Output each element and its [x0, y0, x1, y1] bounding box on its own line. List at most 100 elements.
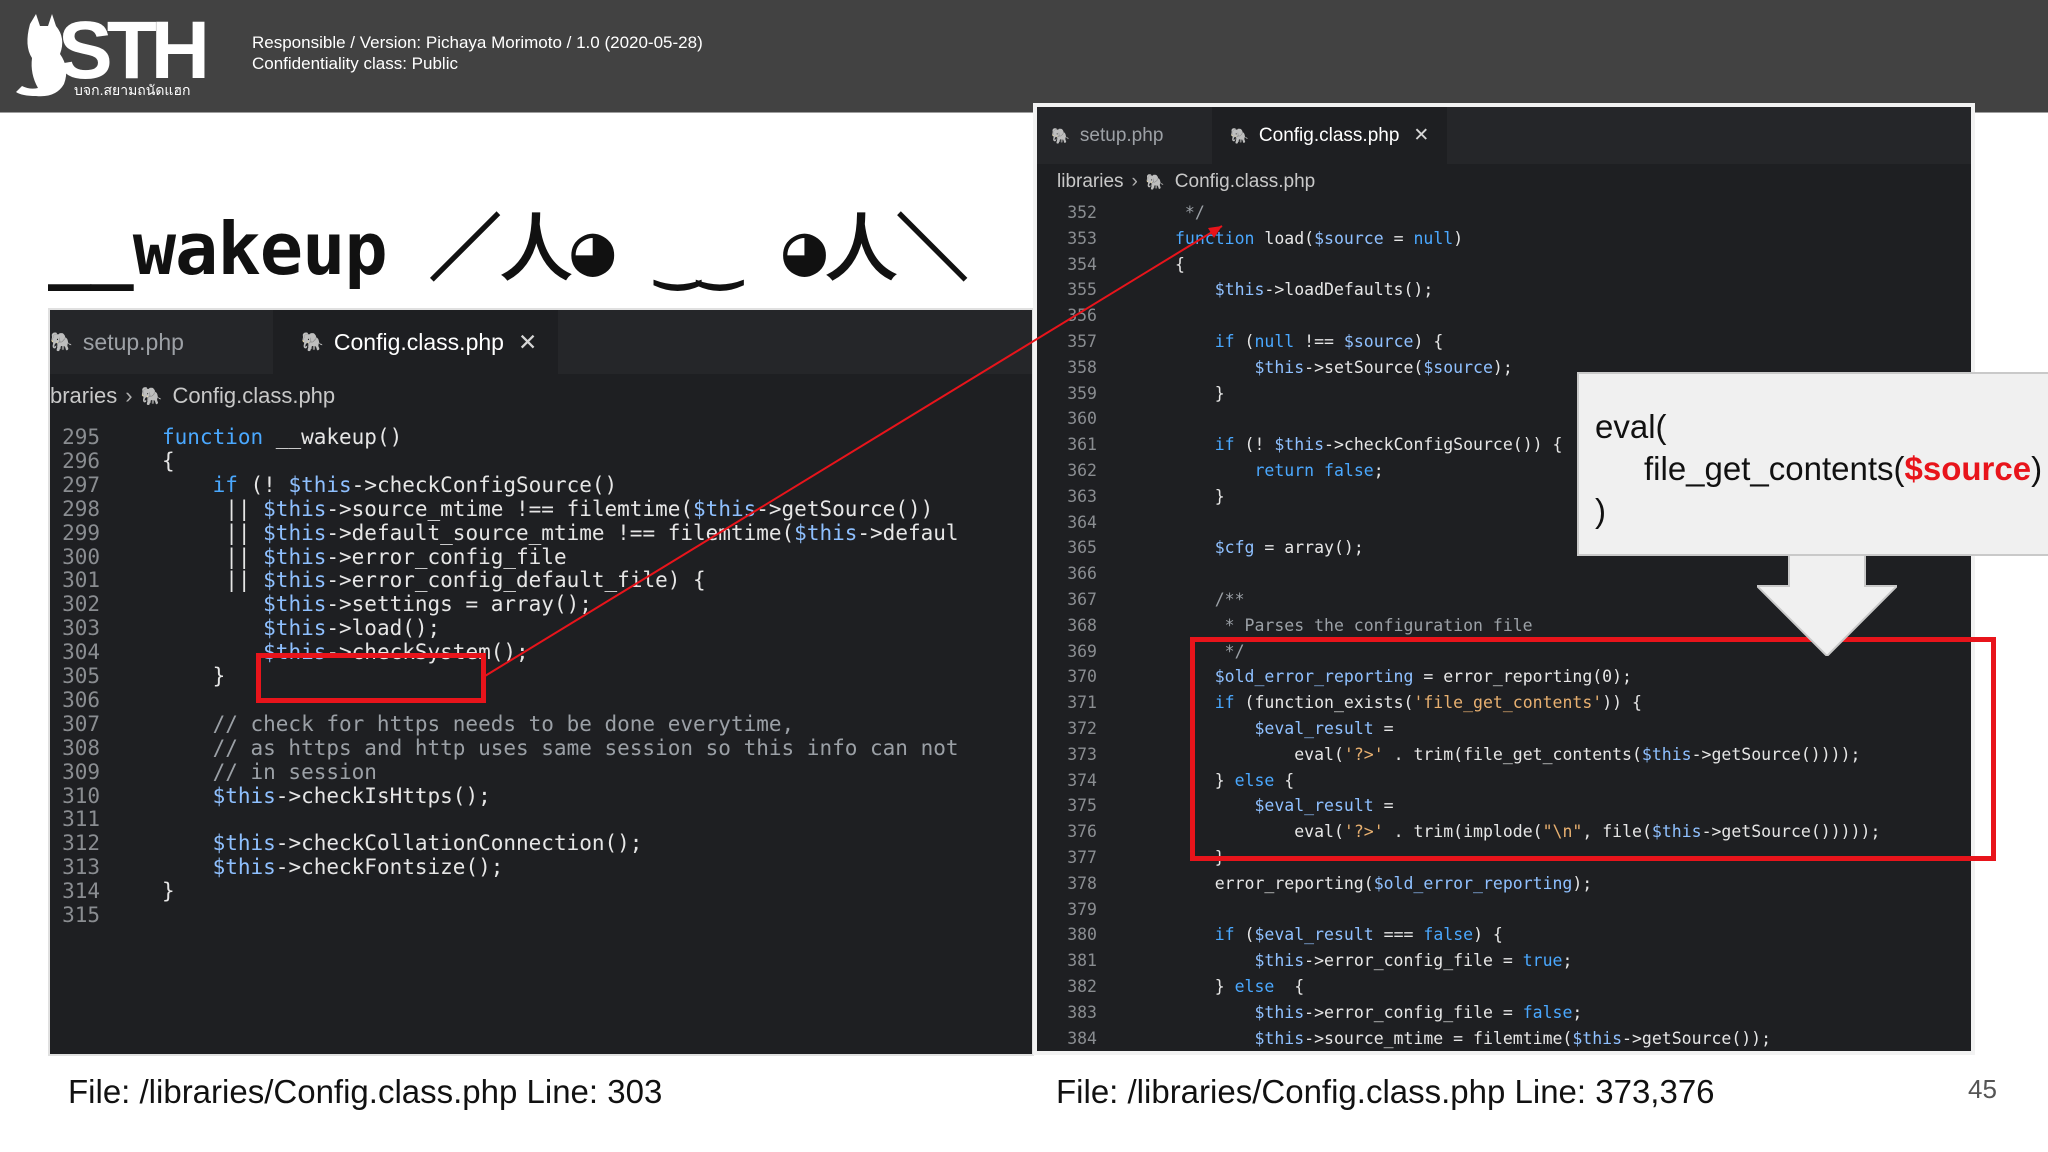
chevron-right-icon: ›	[1131, 171, 1138, 192]
line-number: 381	[1067, 951, 1097, 971]
code-line[interactable]: 352 */	[1037, 200, 1971, 226]
line-number: 359	[1067, 383, 1097, 403]
line-number: 385	[1037, 1051, 1097, 1055]
line-number: 355	[1067, 280, 1097, 300]
tab-label: setup.php	[1079, 124, 1164, 146]
breadcrumb: libraries › 🐘 Config.class.php	[1037, 164, 1971, 200]
down-arrow-icon	[1757, 556, 1897, 656]
line-number: 367	[1067, 590, 1097, 609]
line-number: 370	[1067, 667, 1097, 687]
code-text: function load($source = null)	[1175, 228, 1464, 248]
code-line[interactable]: 354 {	[1037, 252, 1971, 278]
line-number: 357	[1067, 332, 1097, 351]
tab-label: Config.class.php	[1258, 124, 1400, 146]
line-number: 372	[1067, 719, 1097, 738]
code-text: * Parses the configuration file	[1175, 615, 1533, 635]
line-number: 379	[1067, 899, 1097, 919]
editor-tab-bar: 🐘 setup.php 🐘 Config.class.php ✕	[50, 310, 1032, 374]
code-line[interactable]: 356	[1037, 303, 1971, 329]
tab-setup-php[interactable]: 🐘 setup.php	[50, 310, 273, 374]
highlight-box-load-call	[256, 653, 486, 703]
line-number: 375	[1067, 796, 1097, 816]
code-text: $this->error_config_file = true;	[1254, 951, 1573, 971]
breadcrumb: braries › 🐘 Config.class.php	[50, 374, 1032, 418]
code-text: }	[1175, 383, 1225, 403]
line-number: 380	[1067, 925, 1097, 945]
breadcrumb-folder[interactable]: braries	[50, 383, 117, 409]
code-text: $this->source_mtime = filemtime($this->g…	[1254, 1028, 1772, 1048]
code-line[interactable]: 357 if (null !== $source) {	[1037, 329, 1971, 355]
line-number: 383	[1067, 1002, 1097, 1022]
line-number: 369	[1067, 641, 1097, 661]
tab-setup-php[interactable]: 🐘 setup.php	[1037, 107, 1212, 164]
code-line[interactable]: 385 }	[1037, 1051, 1971, 1055]
doc-meta: Responsible / Version: Pichaya Morimoto …	[252, 32, 703, 74]
line-number: 376	[1067, 822, 1097, 842]
code-line[interactable]: 381 $this->error_config_file = true;	[1037, 948, 1971, 974]
line-number: 374	[1067, 770, 1097, 790]
line-number: 377	[1067, 848, 1097, 867]
line-number: 365	[1067, 538, 1097, 558]
line-number: 352	[1067, 203, 1097, 222]
php-elephant-icon: 🐘	[1051, 127, 1070, 145]
callout-line-2: file_get_contents($source)	[1644, 450, 2042, 488]
code-line[interactable]: 380 if ($eval_result === false) {	[1037, 922, 1971, 948]
breadcrumb-folder[interactable]: libraries	[1057, 171, 1124, 193]
code-line[interactable]: 382 } else {	[1037, 974, 1971, 1000]
slide-title: __wakeup ／人◕ ‿‿ ◕人＼	[48, 207, 968, 291]
breadcrumb-file[interactable]: Config.class.php	[173, 383, 336, 409]
code-area[interactable]: 295 function __wakeup() 296{297 if (! $thi…	[50, 418, 1032, 1054]
code-text: /**	[1175, 590, 1245, 609]
code-line[interactable]: 315	[50, 900, 1032, 931]
code-line[interactable]: 379	[1037, 897, 1971, 923]
code-line[interactable]: 378 error_reporting($old_error_reporting…	[1037, 871, 1971, 897]
line-number: 353	[1067, 228, 1097, 248]
slide-header: STH บจก.สยามถนัดแฮก Responsible / Versio…	[0, 0, 2048, 113]
close-icon[interactable]: ✕	[1413, 124, 1429, 147]
php-elephant-icon: 🐘	[301, 331, 324, 352]
callout-line-1: eval(	[1595, 408, 1667, 445]
tab-config-class-php[interactable]: 🐘 Config.class.php ✕	[273, 310, 558, 374]
code-text: } else {	[1175, 977, 1305, 996]
callout-source-var: $source	[1904, 450, 2032, 487]
line-number: 368	[1067, 615, 1097, 635]
code-line[interactable]: 384 $this->source_mtime = filemtime($thi…	[1037, 1026, 1971, 1051]
line-number: 356	[1067, 306, 1097, 326]
eval-callout: eval( file_get_contents($source) )	[1577, 372, 2048, 556]
callout-close-paren: )	[2031, 450, 2043, 487]
code-text: $this->setSource($source);	[1254, 357, 1513, 377]
breadcrumb-file[interactable]: Config.class.php	[1175, 171, 1315, 193]
tab-label: Config.class.php	[333, 328, 504, 355]
confidentiality-line: Confidentiality class: Public	[252, 54, 458, 73]
line-number: 371	[1067, 693, 1097, 713]
php-elephant-icon: 🐘	[140, 385, 163, 406]
line-number: 361	[1067, 435, 1097, 455]
highlight-box-eval-block	[1190, 637, 1996, 861]
page-number: 45	[1968, 1074, 1997, 1104]
chevron-right-icon: ›	[125, 383, 133, 408]
tab-config-class-php[interactable]: 🐘 Config.class.php ✕	[1212, 107, 1447, 164]
code-text: if ($eval_result === false) {	[1214, 925, 1503, 945]
code-text: if (null !== $source) {	[1214, 332, 1444, 351]
responsible-line: Responsible / Version: Pichaya Morimoto …	[252, 33, 703, 52]
php-elephant-icon: 🐘	[1145, 174, 1165, 191]
code-line[interactable]: 353 function load($source = null)	[1037, 226, 1971, 252]
line-number: 384	[1067, 1028, 1097, 1048]
line-number: 373	[1067, 744, 1097, 764]
code-text: }	[1175, 486, 1225, 506]
code-text: $this->error_config_file = false;	[1254, 1002, 1583, 1022]
tab-label: setup.php	[82, 328, 184, 355]
line-number: 364	[1067, 512, 1097, 532]
sth-logo: STH บจก.สยามถนัดแฮก	[16, 6, 218, 102]
editor-tab-bar: 🐘 setup.php 🐘 Config.class.php ✕	[1037, 107, 1971, 164]
code-text: if (! $this->checkConfigSource()) {	[1214, 435, 1563, 455]
line-number: 362	[1067, 461, 1097, 480]
code-text: error_reporting($old_error_reporting);	[1175, 873, 1593, 893]
close-icon[interactable]: ✕	[518, 329, 537, 356]
callout-function: file_get_contents(	[1644, 450, 1905, 487]
line-number: 382	[1067, 977, 1097, 996]
code-line[interactable]: 383 $this->error_config_file = false;	[1037, 1000, 1971, 1026]
php-elephant-icon: 🐘	[1230, 127, 1249, 145]
code-line[interactable]: 355 $this->loadDefaults();	[1037, 277, 1971, 303]
code-text: */	[1175, 203, 1205, 222]
